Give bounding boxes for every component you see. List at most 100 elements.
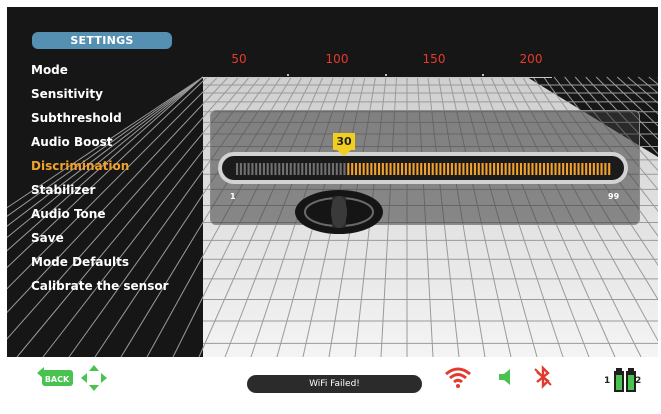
slider-tick — [247, 163, 250, 175]
discrimination-ticks — [236, 163, 611, 175]
slider-tick — [508, 163, 511, 175]
menu-item-discrimination[interactable]: Discrimination — [31, 154, 206, 178]
slider-tick — [339, 163, 342, 175]
slider-tick — [439, 163, 442, 175]
slider-tick — [400, 163, 404, 175]
slider-tick — [328, 163, 331, 175]
scale-tick — [287, 74, 289, 76]
menu-item-save[interactable]: Save — [31, 226, 206, 250]
speaker-icon[interactable] — [497, 368, 515, 386]
scale-label-200: 200 — [519, 52, 543, 66]
scale-line — [202, 77, 552, 78]
slider-value-marker[interactable]: 30 — [333, 133, 355, 150]
slider-tick — [500, 163, 503, 175]
slider-tick — [278, 163, 281, 175]
slider-tick — [351, 163, 354, 175]
slider-tick — [301, 163, 304, 175]
slider-tick — [243, 163, 246, 175]
wifi-status-text: WiFi Failed! — [247, 375, 422, 393]
slider-tick — [585, 163, 588, 175]
slider-tick — [285, 163, 288, 175]
slider-tick — [539, 163, 542, 175]
slider-tick — [535, 163, 538, 175]
slider-tick — [305, 163, 308, 175]
slider-tick — [450, 163, 453, 175]
slider-tick — [427, 163, 430, 175]
slider-tick — [481, 163, 484, 175]
slider-tick — [466, 163, 469, 175]
back-button-label: BACK — [45, 375, 70, 384]
menu-item-subthreshold[interactable]: Subthreshold — [31, 106, 206, 130]
slider-tick — [454, 163, 457, 175]
slider-tick — [424, 163, 427, 175]
frequency-scale: 50 100 150 200 — [192, 52, 552, 82]
dpad-icon[interactable] — [80, 364, 108, 392]
slider-tick — [331, 163, 335, 175]
menu-item-audio-tone[interactable]: Audio Tone — [31, 202, 206, 226]
menu-item-stabilizer[interactable]: Stabilizer — [31, 178, 206, 202]
slider-min-label: 1 — [230, 192, 236, 201]
slider-tick — [408, 163, 411, 175]
menu-item-audio-boost[interactable]: Audio Boost — [31, 130, 206, 154]
slider-tick — [516, 163, 519, 175]
slider-tick — [473, 163, 476, 175]
slider-tick — [239, 163, 242, 175]
slider-tick — [370, 163, 373, 175]
slider-tick — [581, 163, 584, 175]
screen: SETTINGS Mode Sensitivity Subthreshold A… — [7, 7, 658, 407]
battery-slot-2-label: 2 — [635, 376, 642, 386]
menu-item-mode-defaults[interactable]: Mode Defaults — [31, 250, 206, 274]
search-coil-icon — [295, 190, 383, 234]
slider-tick — [558, 163, 561, 175]
scale-label-50: 50 — [231, 52, 247, 66]
slider-tick — [385, 163, 388, 175]
menu-item-sensitivity[interactable]: Sensitivity — [31, 82, 206, 106]
scale-label-150: 150 — [422, 52, 446, 66]
slider-tick — [259, 163, 262, 175]
slider-tick — [377, 163, 381, 175]
slider-tick — [443, 163, 446, 175]
slider-tick — [324, 163, 327, 175]
scale-label-100: 100 — [325, 52, 349, 66]
slider-tick — [293, 163, 296, 175]
slider-tick — [404, 163, 407, 175]
slider-tick — [546, 163, 549, 175]
slider-tick — [550, 163, 553, 175]
menu-item-mode[interactable]: Mode — [31, 58, 206, 82]
slider-tick — [542, 163, 546, 175]
slider-tick — [270, 163, 273, 175]
slider-tick — [431, 163, 434, 175]
slider-tick — [596, 163, 599, 175]
slider-tick — [282, 163, 285, 175]
bluetooth-icon[interactable] — [533, 365, 553, 389]
slider-tick — [397, 163, 400, 175]
slider-tick — [362, 163, 365, 175]
battery-slot-1-label: 1 — [604, 376, 611, 386]
slider-tick — [562, 163, 565, 175]
slider-tick — [335, 163, 338, 175]
marker-pointer — [337, 150, 351, 156]
slider-tick — [343, 163, 346, 175]
slider-tick — [435, 163, 438, 175]
wifi-icon[interactable] — [444, 365, 472, 389]
slider-tick — [523, 163, 526, 175]
slider-tick — [519, 163, 523, 175]
settings-tab: SETTINGS — [32, 32, 172, 49]
slider-tick — [447, 163, 450, 175]
slider-tick — [489, 163, 492, 175]
back-button[interactable]: BACK — [35, 365, 75, 389]
slider-tick — [588, 163, 592, 175]
slider-tick — [289, 163, 292, 175]
slider-tick — [554, 163, 557, 175]
slider-tick — [393, 163, 396, 175]
slider-tick — [569, 163, 572, 175]
scale-tick — [482, 74, 484, 76]
slider-tick — [320, 163, 323, 175]
slider-tick — [266, 163, 269, 175]
menu-item-calibrate[interactable]: Calibrate the sensor — [31, 274, 206, 298]
settings-menu: Mode Sensitivity Subthreshold Audio Boos… — [31, 58, 206, 298]
slider-tick — [512, 163, 515, 175]
discrimination-slider[interactable] — [218, 152, 628, 184]
slider-tick — [389, 163, 392, 175]
slider-tick — [608, 163, 611, 175]
